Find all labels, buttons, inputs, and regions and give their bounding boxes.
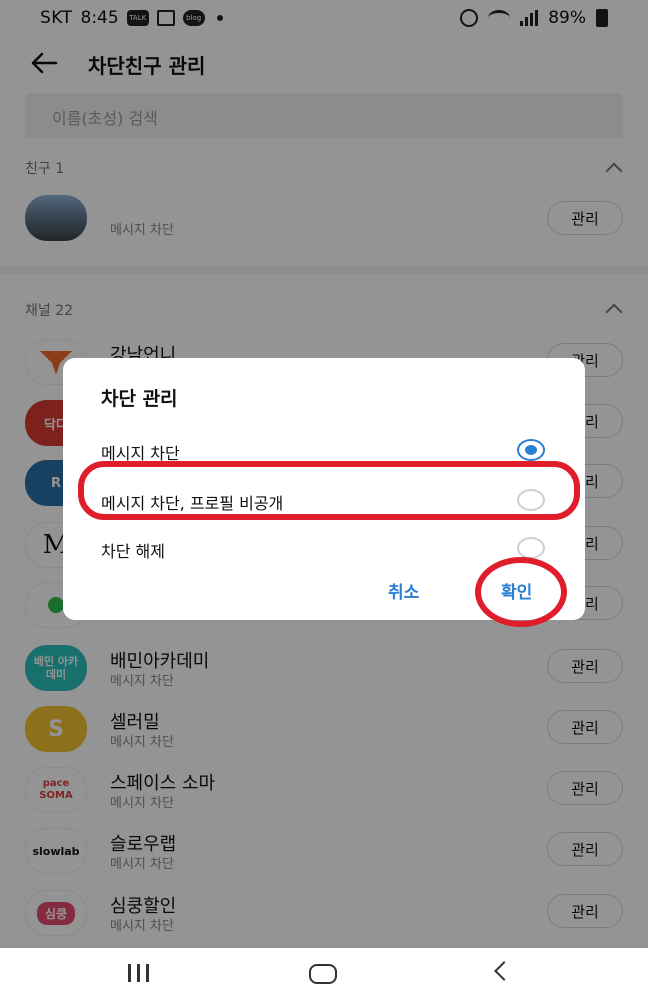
- screen: SKT 8:45 TALK blog 89% 차단친구 관리 이름(초성) 검색…: [0, 0, 648, 1000]
- recents-icon[interactable]: [128, 964, 149, 982]
- dialog-title: 차단 관리: [101, 388, 178, 410]
- home-icon[interactable]: [309, 964, 337, 984]
- radio-unselected-icon[interactable]: [517, 537, 545, 559]
- annotation-highlight-option: [78, 461, 580, 520]
- cancel-button[interactable]: 취소: [388, 578, 419, 603]
- annotation-highlight-confirm: [475, 557, 567, 627]
- system-nav-bar: [0, 948, 648, 1000]
- nav-back-icon[interactable]: [494, 961, 514, 981]
- radio-selected-icon[interactable]: [517, 439, 545, 461]
- option-label: 차단 해제: [101, 542, 165, 561]
